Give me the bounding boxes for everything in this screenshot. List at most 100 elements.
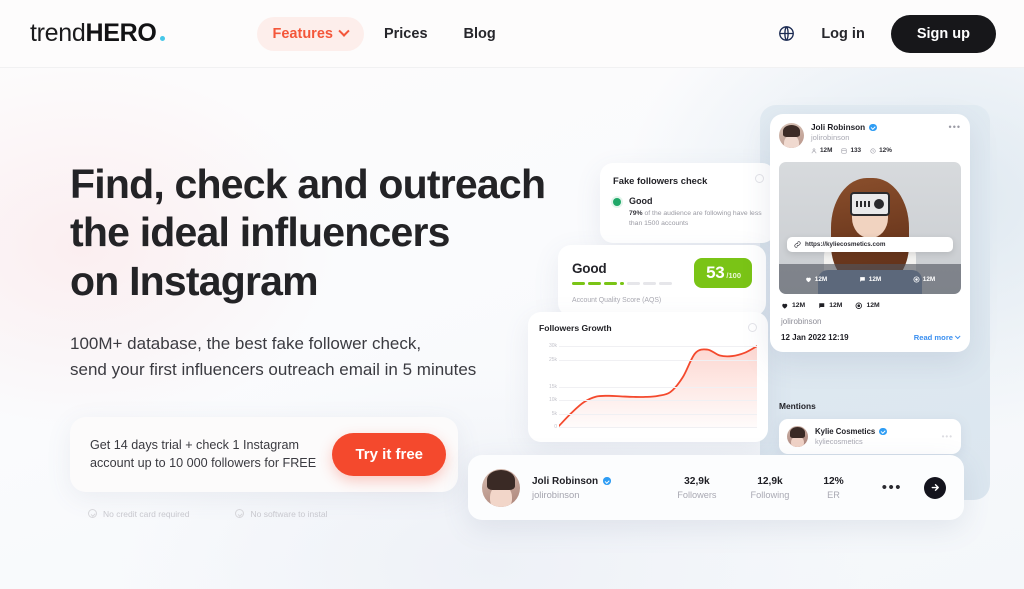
read-more-link[interactable]: Read more: [913, 332, 961, 342]
nav-item-features[interactable]: Features: [256, 16, 364, 51]
post-account-stats: 12M 133 12%: [811, 147, 961, 154]
headline-line-3: on Instagram: [70, 257, 319, 304]
aqs-dash: [659, 282, 672, 285]
profile-stat-er: 12% ER: [823, 476, 843, 500]
stat-label: ER: [827, 489, 840, 500]
cta-card: Get 14 days trial + check 1 Instagram ac…: [70, 416, 458, 492]
more-horizontal-icon[interactable]: •••: [949, 123, 961, 132]
overlay-metric-value: 12M: [922, 275, 936, 283]
mention-handle: kyliecosmetics: [815, 437, 863, 446]
globe-icon[interactable]: [778, 25, 795, 42]
avatar: [482, 468, 520, 507]
more-horizontal-icon[interactable]: •••: [882, 480, 902, 495]
comment-icon: [859, 276, 865, 282]
fake-followers-status-row: Good 79% of the audience are following h…: [613, 196, 762, 229]
arrow-right-circle-icon[interactable]: [924, 476, 946, 499]
metric-views: 12M: [855, 302, 880, 310]
logo[interactable]: trend HERO: [30, 19, 165, 48]
chart-y-tick: 5k: [551, 410, 557, 417]
profile-summary-bar: Joli Robinson jolirobinson 32,9k Followe…: [468, 455, 964, 520]
product-screenshot-composition: Fake followers check Good 79% of the aud…: [460, 80, 1024, 550]
aqs-rating: Good: [572, 261, 607, 277]
fake-followers-description: 79% of the audience are following have l…: [629, 209, 762, 229]
question-circle-icon[interactable]: [755, 174, 764, 183]
more-horizontal-icon[interactable]: •••: [942, 432, 953, 441]
overlay-views: 12M: [913, 276, 935, 283]
stat-label: Followers: [677, 489, 717, 500]
logo-dot-icon: [159, 36, 165, 41]
stat-value: 12%: [879, 147, 892, 154]
chart-y-tick: 10k: [548, 397, 557, 404]
profile-stats: 32,9k Followers 12,9k Following 12% ER: [677, 476, 844, 500]
overlay-metric-value: 12M: [814, 275, 828, 283]
stat-value: 12M: [820, 147, 833, 154]
check-circle-icon: [235, 509, 245, 519]
read-more-label: Read more: [913, 332, 953, 342]
metric-value: 12M: [829, 302, 843, 310]
aqs-score-badge: 53 /100: [694, 258, 752, 288]
check-circle-icon: [88, 509, 97, 519]
chart-gridline: [559, 386, 757, 388]
fake-followers-percent: 79%: [629, 210, 643, 217]
cta-line-1: Get 14 days trial + check 1 Instagram: [90, 438, 299, 453]
fake-followers-card: Fake followers check Good 79% of the aud…: [600, 163, 775, 244]
stat-value: 12%: [823, 475, 844, 487]
chart-gridline: [559, 346, 757, 348]
verified-badge-icon: [603, 477, 611, 485]
subtitle-line-1: 100M+ database, the best fake follower c…: [70, 334, 422, 354]
note-label: No software to instal: [250, 508, 328, 519]
eye-icon: [856, 302, 863, 309]
aqs-dash: [604, 282, 617, 285]
chart-body: 30k 25k 15k 10k 5k 0: [539, 341, 758, 437]
metric-value: 12M: [792, 302, 806, 310]
cta-line-2: account up to 10 000 followers for FREE: [90, 456, 317, 471]
aqs-dash: [643, 282, 656, 285]
site-header: trend HERO Features Prices Blog Log in S…: [0, 0, 1024, 68]
aqs-label: Account Quality Score (AQS): [572, 297, 662, 304]
fake-followers-title: Fake followers check: [613, 175, 708, 186]
chart-y-tick: 15k: [548, 383, 557, 390]
signup-button[interactable]: Sign up: [890, 14, 996, 53]
header-actions: Log in Sign up: [778, 14, 996, 53]
post-metrics: 12M 12M 12M: [779, 302, 961, 310]
heart-icon: [805, 277, 811, 282]
chevron-down-icon: [338, 25, 350, 37]
post-author-handle: jolirobinson: [781, 316, 822, 326]
post-link-pill[interactable]: https://kyliecosmetics.com: [787, 237, 953, 252]
list-item[interactable]: Kylie Cosmetics kyliecosmetics •••: [779, 419, 961, 454]
aqs-score-value: 53: [706, 263, 725, 282]
arrow-right-icon: [931, 484, 939, 491]
note-label: No credit card required: [103, 508, 190, 519]
chart-y-tick: 0: [554, 424, 557, 430]
main-nav: Features Prices Blog: [256, 16, 512, 51]
photo-camera-shape: [850, 192, 890, 216]
question-circle-icon[interactable]: [748, 323, 757, 332]
metric-comments: 12M: [818, 302, 842, 310]
stat-followers: 12M: [811, 147, 832, 154]
aqs-dash: [572, 282, 585, 285]
logo-text-bold: HERO: [85, 19, 157, 47]
overlay-likes: 12M: [805, 276, 827, 283]
nav-item-prices[interactable]: Prices: [368, 17, 444, 51]
headline-line-2: the ideal influencers: [70, 209, 450, 256]
login-link[interactable]: Log in: [821, 26, 865, 42]
metric-likes: 12M: [781, 302, 805, 310]
post-header: Joli Robinson ••• jolirobinson 12M 133 1…: [779, 123, 961, 154]
chart-plot-area: [558, 341, 758, 428]
post-link-url: https://kyliecosmetics.com: [805, 241, 886, 248]
try-it-free-button[interactable]: Try it free: [332, 432, 446, 476]
post-account-name: Joli Robinson: [811, 123, 866, 132]
stat-value: 32,9k: [684, 475, 710, 487]
nav-item-blog[interactable]: Blog: [448, 17, 512, 51]
nav-item-features-label: Features: [272, 25, 333, 42]
subtitle-line-2: send your first influencers outreach ema…: [70, 360, 477, 380]
status-dot-icon: [613, 198, 621, 206]
post-photo: https://kyliecosmetics.com 12M 12M 12M: [779, 162, 961, 294]
clock-icon: [870, 147, 876, 154]
post-overlay-metrics: 12M 12M 12M: [779, 264, 961, 294]
aqs-score-denominator: /100: [726, 271, 741, 280]
followers-growth-card: Followers Growth 30k 25k 15k 10k 5k 0: [528, 312, 768, 442]
instagram-post-card: Joli Robinson ••• jolirobinson 12M 133 1…: [770, 114, 970, 352]
avatar: [787, 426, 808, 447]
stat-posts: 133: [841, 147, 861, 154]
